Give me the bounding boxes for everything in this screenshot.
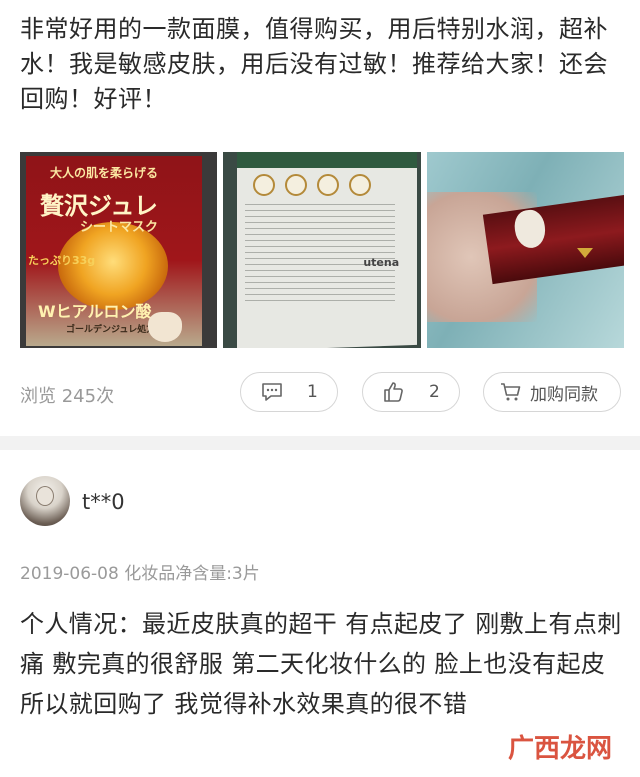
comment-text: 个人情况：最近皮肤真的超干 有点起皮了 刚敷上有点刺痛 敷完真的很舒服 第二天化… [20,610,622,718]
username[interactable]: t**0 [82,490,125,514]
add-to-cart-label: 加购同款 [530,384,598,405]
box-brand: utena [363,256,400,269]
review-photos: 大人の肌を柔らげる 贅沢ジュレ シートマスク たっぷり33g Wヒアルロン酸 ゴ… [20,152,624,348]
cart-icon [498,379,524,405]
box-header-strip [237,152,418,168]
comment-button[interactable]: 1 [240,372,338,412]
face-mask-image [148,312,182,342]
review-photo-3[interactable] [426,152,624,348]
review-text: 非常好用的一款面膜，值得购买，用后特别水润，超补水！我是敏感皮肤，用后没有过敏！… [20,15,608,113]
watermark: 广西龙网 [508,728,612,765]
box-text-1: 大人の肌を柔らげる [50,166,159,180]
thumbs-up-icon [381,379,407,405]
box-fine-print [245,204,396,304]
views-count: 浏览 245次 [20,386,115,407]
comment-icon [259,379,285,405]
like-button[interactable]: 2 [362,372,460,412]
avatar-figure [36,486,54,506]
watermark-text: 广西龙网 [508,734,613,764]
avatar[interactable] [20,476,70,526]
like-count: 2 [429,382,440,402]
box-text-5: Wヒアルロン酸 [38,302,152,321]
review-photo-2[interactable]: utena [223,152,421,348]
box-text-4: たっぷり33g [28,254,96,267]
section-divider [0,436,640,450]
triangle-mark [576,248,593,258]
box-text-6: ゴールデンジュレ処方 [66,325,156,335]
box-text-3: シートマスク [80,220,159,235]
add-to-cart-button[interactable]: 加购同款 [483,372,621,412]
comment-meta: 2019-06-08 化妆品净含量:3片 [20,564,260,584]
action-bar: 浏览 245次 1 2 加购同款 [0,358,640,426]
comment-count: 1 [307,382,318,402]
review-photo-1[interactable]: 大人の肌を柔らげる 贅沢ジュレ シートマスク たっぷり33g Wヒアルロン酸 ゴ… [20,152,218,348]
